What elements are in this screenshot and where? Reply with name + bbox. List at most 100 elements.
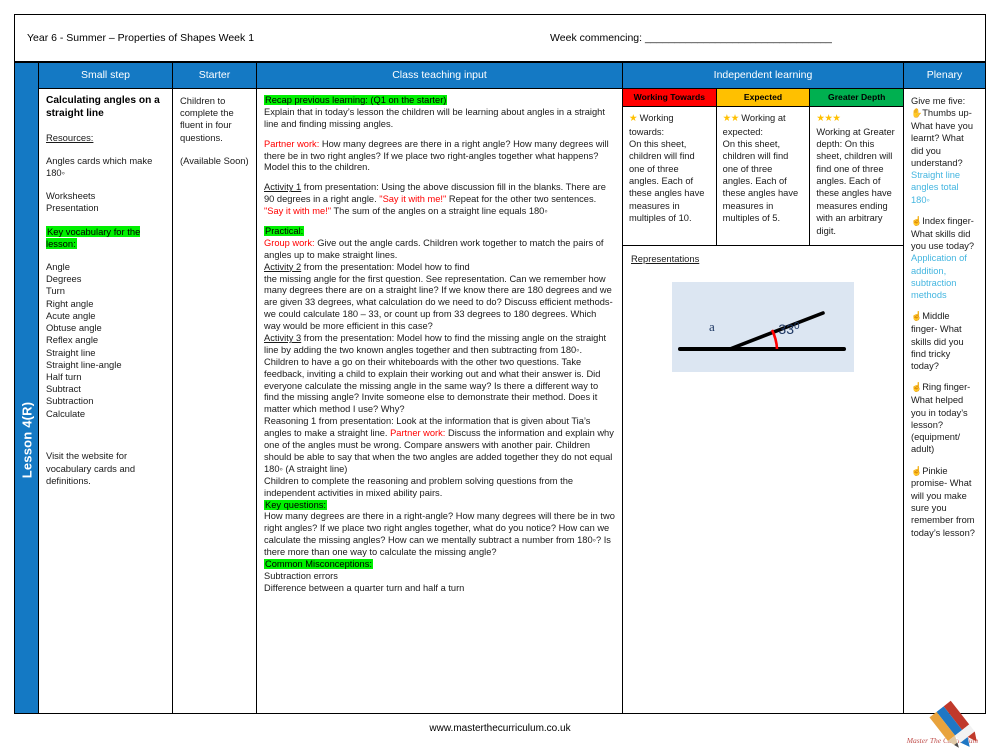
plenary-item-ring-finger: ☝Ring finger- What helped you in today’s…	[911, 381, 978, 455]
activity-2-label: Activity 2	[264, 261, 302, 272]
tier-description: On this sheet, children will find one of…	[629, 138, 705, 224]
resource-angle-cards: Angles cards which make 180◦	[46, 154, 153, 178]
reasoning-1: Reasoning 1 from presentation: Look at t…	[264, 416, 615, 475]
vocabulary-item: Subtraction	[46, 395, 94, 407]
column-header-starter: Starter	[173, 63, 256, 89]
tier-body-greater-depth: ★★★ Working at Greater depth: On this sh…	[810, 107, 903, 245]
key-questions-heading: Key questions:	[264, 499, 615, 512]
lesson-spine: Lesson 4(R)	[15, 63, 39, 713]
recap-heading: Recap previous learning: (Q1 on the star…	[264, 95, 615, 107]
starter-content: Children to complete the fluent in four …	[173, 89, 256, 713]
recap-highlight: Recap previous learning: (Q1 on the star…	[264, 95, 448, 105]
column-starter: Starter Children to complete the fluent …	[173, 63, 257, 713]
vocabulary-item: Turn	[46, 285, 65, 297]
hand-icon: ✋	[911, 108, 923, 119]
star-rating-icon: ★	[629, 113, 638, 124]
practical-heading: Practical:	[264, 226, 615, 238]
plenary-content: Give me five: ✋Thumbs up- What have you …	[904, 89, 985, 713]
partner-work-1: Partner work: How many degrees are there…	[264, 139, 615, 175]
plenary-answer-thumbs-up: Straight line angles total 180◦	[911, 169, 978, 206]
plenary-item-thumbs-up: ✋Thumbs up- What have you learnt? What d…	[911, 107, 978, 169]
activity-3-label: Activity 3	[264, 333, 302, 344]
vocabulary-item: Acute angle	[46, 309, 96, 321]
straight-line-angle-diagram: a 330	[672, 281, 854, 372]
activity-2-line-1: Activity 2 from the presentation: Model …	[264, 262, 615, 274]
small-step-content: Calculating angles on a straight line Re…	[39, 89, 172, 713]
group-work: Group work: Give out the angle cards. Ch…	[264, 238, 615, 262]
vocabulary-item: Angle	[46, 261, 70, 273]
website-visit-note: Visit the website for vocabulary cards a…	[46, 449, 136, 487]
vocabulary-item: Subtract	[46, 383, 81, 395]
starter-availability: (Available Soon)	[180, 154, 249, 166]
say-it-with-me-line: "Say it with me!" The sum of the angles …	[264, 206, 615, 218]
degree-symbol-icon: 0	[794, 321, 800, 332]
vocabulary-item: Straight line	[46, 346, 96, 358]
activity-3-text: from the presentation: Model how to find…	[264, 333, 607, 415]
tier-description: Working at Greater depth: On this sheet,…	[816, 126, 895, 236]
star-rating-icon: ★★★	[816, 113, 841, 124]
plenary-answer: Straight line angles total 180◦	[911, 170, 961, 205]
misconceptions-heading: Common Misconceptions:	[264, 558, 615, 571]
master-the-curriculum-logo-icon	[929, 700, 977, 748]
lesson-plan-table: Lesson 4(R) Small step Calculating angle…	[14, 62, 986, 714]
week-commencing-field: Week commencing: _______________________…	[550, 32, 832, 44]
attainment-tiers: Working Towards ★ Working towards: On th…	[623, 89, 903, 246]
column-plenary: Plenary Give me five: ✋Thumbs up- What h…	[904, 63, 985, 713]
resources-label: Resources:	[46, 131, 94, 143]
representations-section: Representations	[623, 246, 903, 264]
activity-1: Activity 1 from presentation: Using the …	[264, 182, 615, 206]
activity-3: Activity 3 from the presentation: Model …	[264, 333, 615, 416]
teaching-content: Recap previous learning: (Q1 on the star…	[257, 89, 622, 713]
tier-header-working-towards: Working Towards	[623, 89, 716, 107]
misconceptions-highlight: Common Misconceptions:	[264, 558, 373, 569]
tier-header-greater-depth: Greater Depth	[810, 89, 903, 107]
activity-2-line-2: the missing angle for the first question…	[264, 273, 613, 332]
representation-diagram-wrapper: a 330	[623, 264, 903, 713]
vocabulary-list: Angle Degrees Turn Right angle Acute ang…	[46, 261, 165, 420]
tier-expected: Expected ★★ Working at expected: On this…	[716, 89, 811, 245]
column-class-teaching-input: Class teaching input Recap previous lear…	[257, 63, 623, 713]
vocabulary-item: Straight line-angle	[46, 358, 122, 370]
plenary-prompt: Pinkie promise- What will you make sure …	[911, 465, 975, 538]
vocabulary-item: Right angle	[46, 297, 94, 309]
plenary-item-index-finger: ☝Index finger- What skills did you use t…	[911, 215, 978, 252]
activity-2-text: from the presentation: Model how to find	[301, 261, 470, 272]
key-questions-highlight: Key questions:	[264, 499, 327, 510]
key-vocabulary-highlight: Key vocabulary for the lesson:	[46, 225, 141, 249]
angle-diagram-svg: a 330	[678, 311, 846, 351]
plenary-prompt: Ring finger- What helped you in today’s …	[911, 382, 971, 455]
vocabulary-item: Half turn	[46, 371, 82, 382]
resource-worksheets: Worksheets	[46, 190, 96, 202]
document-footer: www.masterthecurriculum.co.uk Master The…	[0, 700, 1000, 750]
group-work-text: Give out the angle cards. Children work …	[264, 237, 604, 260]
hand-icon: ☝	[911, 382, 923, 393]
column-header-small-step: Small step	[39, 63, 172, 89]
misconception-item: Difference between a quarter turn and ha…	[264, 582, 465, 593]
known-angle-label: 330	[778, 321, 800, 337]
plenary-item-pinkie-promise: ☝Pinkie promise- What will you make sure…	[911, 465, 978, 539]
independent-content: Working Towards ★ Working towards: On th…	[623, 89, 903, 713]
plenary-answer-index-finger: Application of addition, subtraction met…	[911, 252, 978, 301]
plenary-intro: Give me five:	[911, 96, 966, 106]
tier-description: On this sheet, children will find one of…	[722, 138, 799, 224]
unknown-angle-label: a	[709, 319, 715, 334]
vocabulary-item: Reflex angle	[46, 334, 99, 346]
vocabulary-item: Calculate	[46, 407, 86, 419]
key-vocabulary-heading: Key vocabulary for the lesson:	[46, 225, 165, 250]
say-it-with-me-text: The sum of the angles on a straight line…	[331, 206, 548, 217]
group-work-label: Group work:	[264, 237, 315, 248]
known-angle-value: 33	[778, 321, 794, 337]
column-header-independent: Independent learning	[623, 63, 903, 89]
hand-icon: ☝	[911, 311, 923, 322]
misconception-item: Subtraction errors	[264, 570, 338, 581]
tier-greater-depth: Greater Depth ★★★ Working at Greater dep…	[810, 89, 903, 245]
hand-icon: ☝	[911, 465, 923, 476]
column-independent-learning: Independent learning Working Towards ★ W…	[623, 63, 904, 713]
practical-highlight: Practical:	[264, 226, 305, 237]
tier-body-expected: ★★ Working at expected: On this sheet, c…	[717, 107, 810, 245]
column-header-plenary: Plenary	[904, 63, 985, 89]
recap-body: Explain that in today’s lesson the child…	[264, 106, 605, 129]
partner-work-label-2: Partner work:	[390, 428, 446, 439]
activity-1-text-2: Repeat for the other two sentences.	[446, 194, 597, 205]
column-header-teaching: Class teaching input	[257, 63, 622, 89]
